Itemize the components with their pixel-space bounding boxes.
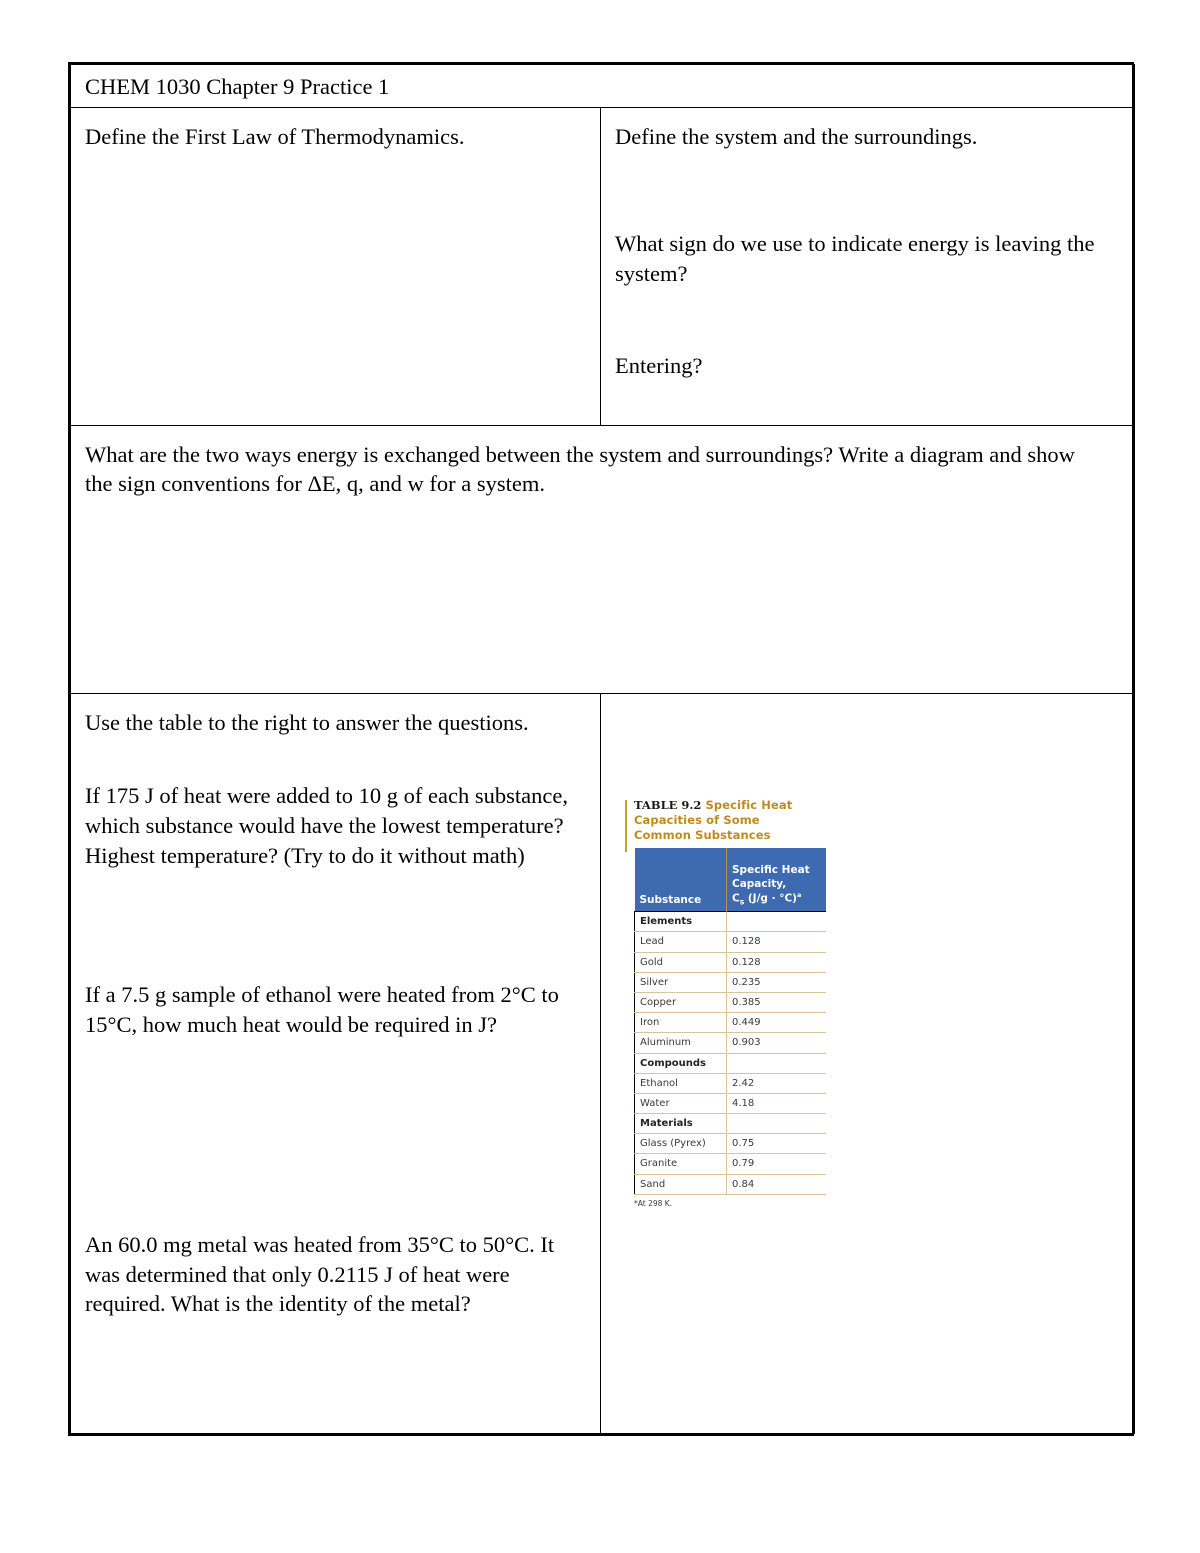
- substance-name: Silver: [634, 971, 727, 993]
- system-surroundings-cell: Define the system and the surroundings. …: [600, 106, 1135, 426]
- substance-name: Sand: [634, 1173, 727, 1195]
- energy-exchange-cell: What are the two ways energy is exchange…: [70, 424, 1135, 694]
- question-175j: If 175 J of heat were added to 10 g of e…: [85, 783, 568, 868]
- energy-exchange-row: What are the two ways energy is exchange…: [70, 424, 1135, 694]
- table-row: Iron 0.449: [634, 1012, 826, 1034]
- table-row: Sand 0.84: [634, 1173, 826, 1195]
- worksheet-title-cell: CHEM 1030 Chapter 9 Practice 1: [70, 64, 1135, 108]
- specific-heat-body: Elements Lead 0.128 Gold 0.128 Silver 0.235 Cop…: [634, 911, 826, 1195]
- figure-title-line3: Common Substances: [634, 828, 771, 843]
- table-row: Silver 0.235: [634, 971, 826, 993]
- substance-capacity: 2.42: [726, 1072, 826, 1094]
- substance-name: Gold: [634, 951, 727, 973]
- capacity-symbol: C: [732, 892, 740, 905]
- substance-name: Iron: [634, 1012, 727, 1034]
- figure-label: TABLE 9.2: [634, 797, 702, 812]
- capacity-units: (J/g · °C): [744, 892, 797, 905]
- substance-name: Ethanol: [634, 1072, 727, 1094]
- specific-heat-table: Substance Specific Heat Capacity, Cs (J/…: [634, 848, 826, 1195]
- figure-title-line1: Specific Heat: [705, 797, 793, 812]
- definitions-row: Define the First Law of Thermodynamics. …: [70, 106, 1135, 426]
- table-questions-row: Use the table to the right to answer the…: [70, 692, 1135, 1434]
- question-sign-leaving: What sign do we use to indicate energy i…: [615, 231, 1095, 287]
- substance-name: Granite: [634, 1153, 727, 1175]
- table-group-row: Compounds: [634, 1052, 826, 1074]
- substance-name: Water: [634, 1092, 727, 1115]
- figure-footnote: *At 298 K.: [634, 1198, 673, 1208]
- figure-accent-bar: [625, 799, 627, 852]
- table-row: Gold 0.128: [634, 951, 826, 973]
- substance-name: Materials: [634, 1113, 727, 1135]
- substance-capacity: 0.128: [726, 951, 826, 973]
- table-row: Lead 0.128: [634, 931, 826, 953]
- substance-capacity: [726, 911, 826, 933]
- table-row: Aluminum 0.903: [634, 1032, 826, 1054]
- table-row: Ethanol 2.42: [634, 1072, 826, 1094]
- question-first-law: Define the First Law of Thermodynamics.: [85, 123, 465, 149]
- question-use-table: Use the table to the right to answer the…: [85, 709, 529, 735]
- question-exchange-line2: the sign conventions for ΔE, q, and w fo…: [85, 471, 546, 497]
- question-system-surroundings: Define the system and the surroundings.: [615, 123, 978, 149]
- substance-name: Compounds: [634, 1052, 727, 1074]
- first-law-cell: Define the First Law of Thermodynamics.: [70, 106, 601, 426]
- substance-capacity: 0.128: [726, 931, 826, 953]
- substance-capacity: 0.235: [726, 971, 826, 993]
- substance-capacity: [726, 1113, 826, 1135]
- specific-heat-header-row: Substance Specific Heat Capacity, Cs (J/…: [634, 848, 826, 912]
- substance-name: Copper: [634, 991, 727, 1014]
- substance-capacity: [726, 1052, 826, 1074]
- column-header-substance: Substance: [634, 848, 727, 912]
- table-row: Water 4.18: [634, 1092, 826, 1115]
- figure-title-line2: Capacities of Some: [634, 812, 760, 827]
- table-group-row: Elements: [634, 911, 826, 933]
- table-row: Glass (Pyrex) 0.75: [634, 1133, 826, 1155]
- worksheet-page: CHEM 1030 Chapter 9 Practice 1 Define th…: [0, 0, 1200, 1553]
- table-questions-cell: Use the table to the right to answer the…: [70, 692, 601, 1434]
- substance-capacity: 0.75: [726, 1133, 826, 1155]
- substance-name: Glass (Pyrex): [634, 1133, 727, 1155]
- substance-capacity: 0.903: [726, 1032, 826, 1054]
- substance-capacity: 0.449: [726, 1012, 826, 1034]
- table-row: Granite 0.79: [634, 1153, 826, 1175]
- question-entering: Entering?: [615, 352, 703, 378]
- page-title: CHEM 1030 Chapter 9 Practice 1: [85, 74, 390, 99]
- table-group-row: Materials: [634, 1113, 826, 1135]
- question-ethanol: If a 7.5 g sample of ethanol were heated…: [85, 982, 559, 1038]
- substance-capacity: 0.79: [726, 1153, 826, 1175]
- specific-heat-figure-cell: TABLE 9.2 Specific Heat Capacities of So…: [600, 692, 1135, 1434]
- figure-caption: TABLE 9.2 Specific Heat Capacities of So…: [625, 798, 825, 844]
- column-header-capacity: Specific Heat Capacity, Cs (J/g · °C)a: [726, 848, 826, 912]
- capacity-units-note: a: [797, 890, 802, 899]
- substance-capacity: 4.18: [726, 1092, 826, 1115]
- question-metal-identity: An 60.0 mg metal was heated from 35°C to…: [85, 1231, 555, 1317]
- substance-name: Aluminum: [634, 1032, 727, 1054]
- capacity-line2: Capacity,: [732, 877, 787, 890]
- capacity-line1: Specific Heat: [732, 864, 810, 877]
- table-9-2-figure: TABLE 9.2 Specific Heat Capacities of So…: [625, 798, 826, 1209]
- substance-name: Lead: [634, 931, 727, 953]
- worksheet-outer-table: CHEM 1030 Chapter 9 Practice 1 Define th…: [68, 62, 1135, 1436]
- question-exchange-line1: What are the two ways energy is exchange…: [85, 441, 1075, 467]
- substance-capacity: 0.385: [726, 991, 826, 1014]
- substance-name: Elements: [634, 911, 727, 933]
- table-row: Copper 0.385: [634, 991, 826, 1014]
- substance-capacity: 0.84: [726, 1173, 826, 1195]
- title-row: CHEM 1030 Chapter 9 Practice 1: [70, 64, 1135, 108]
